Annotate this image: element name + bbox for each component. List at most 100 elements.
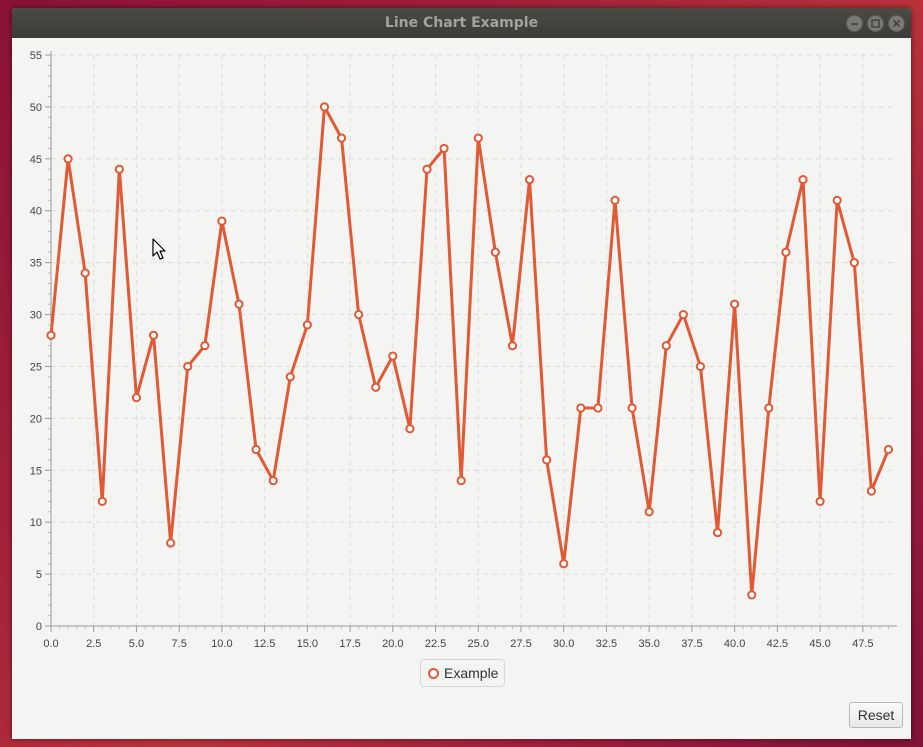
minimize-button[interactable] bbox=[846, 15, 863, 32]
y-tick-label: 35 bbox=[30, 258, 42, 270]
x-tick-label: 22.5 bbox=[425, 638, 446, 650]
data-point[interactable] bbox=[542, 455, 552, 465]
close-button[interactable] bbox=[888, 15, 905, 32]
data-point[interactable] bbox=[80, 268, 90, 278]
y-tick-label: 10 bbox=[30, 517, 42, 529]
app-window: Line Chart Example 0 5 10 15 20 25 30 35 40 45 50 5… bbox=[12, 8, 911, 739]
x-tick-label: 27.5 bbox=[510, 638, 531, 650]
data-point[interactable] bbox=[439, 143, 449, 154]
chart-area: 0 5 10 15 20 25 30 35 40 45 50 55 0.0 2.5 5.0 7.5 10.0 12… bbox=[12, 38, 911, 739]
data-point[interactable] bbox=[815, 496, 825, 507]
data-point[interactable] bbox=[422, 164, 432, 174]
x-tick-label: 7.5 bbox=[172, 638, 187, 650]
data-point[interactable] bbox=[268, 476, 278, 486]
series-line bbox=[49, 105, 890, 597]
data-point[interactable] bbox=[883, 444, 894, 455]
legend-swatch bbox=[428, 667, 439, 679]
data-point[interactable] bbox=[832, 195, 842, 205]
x-tick-label: 47.5 bbox=[852, 638, 873, 650]
data-point[interactable] bbox=[371, 382, 381, 392]
close-icon bbox=[892, 19, 901, 28]
x-tick-label: 45.0 bbox=[809, 638, 830, 650]
tick-labels: 0 5 10 15 20 25 30 35 40 45 50 55 0.0 2.5 5.0 7.5 10.0 12… bbox=[30, 50, 874, 650]
data-point[interactable] bbox=[593, 403, 603, 413]
y-tick-label: 40 bbox=[30, 206, 42, 218]
data-point[interactable] bbox=[610, 195, 620, 205]
cursor-icon bbox=[152, 238, 166, 260]
data-point[interactable] bbox=[798, 174, 808, 185]
reset-button[interactable]: Reset bbox=[849, 702, 903, 728]
data-point[interactable] bbox=[148, 330, 159, 340]
y-tick-label: 15 bbox=[30, 465, 42, 477]
data-point[interactable] bbox=[712, 527, 723, 538]
data-point[interactable] bbox=[114, 164, 124, 174]
x-tick-label: 17.5 bbox=[339, 638, 360, 650]
data-point[interactable] bbox=[644, 507, 654, 517]
y-tick-label: 45 bbox=[30, 154, 42, 166]
title-bar[interactable]: Line Chart Example bbox=[12, 8, 911, 38]
data-point[interactable] bbox=[200, 341, 210, 351]
data-point[interactable] bbox=[678, 309, 688, 320]
x-tick-label: 15.0 bbox=[297, 638, 318, 650]
legend-label: Example bbox=[444, 665, 499, 681]
y-tick-label: 5 bbox=[36, 569, 42, 581]
data-point[interactable] bbox=[166, 538, 176, 548]
data-point[interactable] bbox=[473, 133, 483, 143]
data-point[interactable] bbox=[781, 247, 791, 257]
x-tick-label: 37.5 bbox=[681, 638, 702, 650]
data-point[interactable] bbox=[456, 476, 466, 486]
data-point[interactable] bbox=[388, 351, 398, 361]
data-point[interactable] bbox=[131, 393, 142, 403]
data-point[interactable] bbox=[747, 590, 757, 600]
data-point[interactable] bbox=[336, 133, 347, 143]
series-example bbox=[46, 102, 894, 600]
data-point[interactable] bbox=[576, 403, 586, 413]
minimize-icon bbox=[851, 23, 858, 25]
x-tick-label: 12.5 bbox=[254, 638, 275, 650]
grid-lines bbox=[51, 54, 897, 626]
y-tick-label: 55 bbox=[30, 50, 42, 62]
data-point[interactable] bbox=[285, 372, 295, 382]
data-point[interactable] bbox=[217, 216, 227, 226]
x-tick-label: 25.0 bbox=[468, 638, 489, 650]
data-point[interactable] bbox=[46, 330, 56, 340]
x-tick-label: 0.0 bbox=[43, 638, 58, 650]
data-point[interactable] bbox=[251, 444, 261, 455]
data-point[interactable] bbox=[405, 424, 415, 434]
x-tick-label: 5.0 bbox=[129, 638, 144, 650]
data-point[interactable] bbox=[730, 299, 740, 309]
data-point[interactable] bbox=[695, 361, 706, 372]
maximize-button[interactable] bbox=[867, 15, 884, 32]
x-tick-label: 10.0 bbox=[211, 638, 232, 650]
line-chart: 0 5 10 15 20 25 30 35 40 45 50 55 0.0 2.5 5.0 7.5 10.0 12… bbox=[30, 50, 897, 650]
data-point[interactable] bbox=[661, 341, 671, 351]
y-tick-label: 25 bbox=[30, 361, 42, 373]
data-point[interactable] bbox=[849, 258, 859, 268]
y-tick-label: 20 bbox=[30, 413, 42, 425]
y-tick-label: 0 bbox=[36, 621, 42, 633]
x-tick-label: 2.5 bbox=[86, 638, 101, 650]
data-point[interactable] bbox=[866, 486, 876, 496]
data-point[interactable] bbox=[354, 309, 364, 320]
data-point[interactable] bbox=[524, 174, 535, 185]
data-point[interactable] bbox=[97, 496, 107, 507]
y-tick-label: 30 bbox=[30, 310, 42, 322]
data-point[interactable] bbox=[319, 102, 330, 112]
x-tick-label: 32.5 bbox=[596, 638, 617, 650]
data-point[interactable] bbox=[490, 247, 500, 257]
y-tick-label: 50 bbox=[30, 102, 42, 114]
data-point[interactable] bbox=[627, 403, 637, 413]
x-tick-label: 42.5 bbox=[767, 638, 788, 650]
data-point[interactable] bbox=[764, 403, 774, 413]
data-point[interactable] bbox=[507, 341, 518, 351]
data-point[interactable] bbox=[234, 299, 244, 309]
data-point[interactable] bbox=[302, 320, 312, 330]
window-controls bbox=[846, 15, 905, 32]
chart-legend: Example bbox=[420, 659, 506, 687]
x-tick-label: 40.0 bbox=[724, 638, 745, 650]
data-point[interactable] bbox=[63, 154, 73, 164]
x-tick-label: 20.0 bbox=[382, 638, 403, 650]
maximize-icon bbox=[871, 19, 880, 28]
data-point[interactable] bbox=[183, 361, 193, 372]
data-point[interactable] bbox=[559, 559, 569, 569]
